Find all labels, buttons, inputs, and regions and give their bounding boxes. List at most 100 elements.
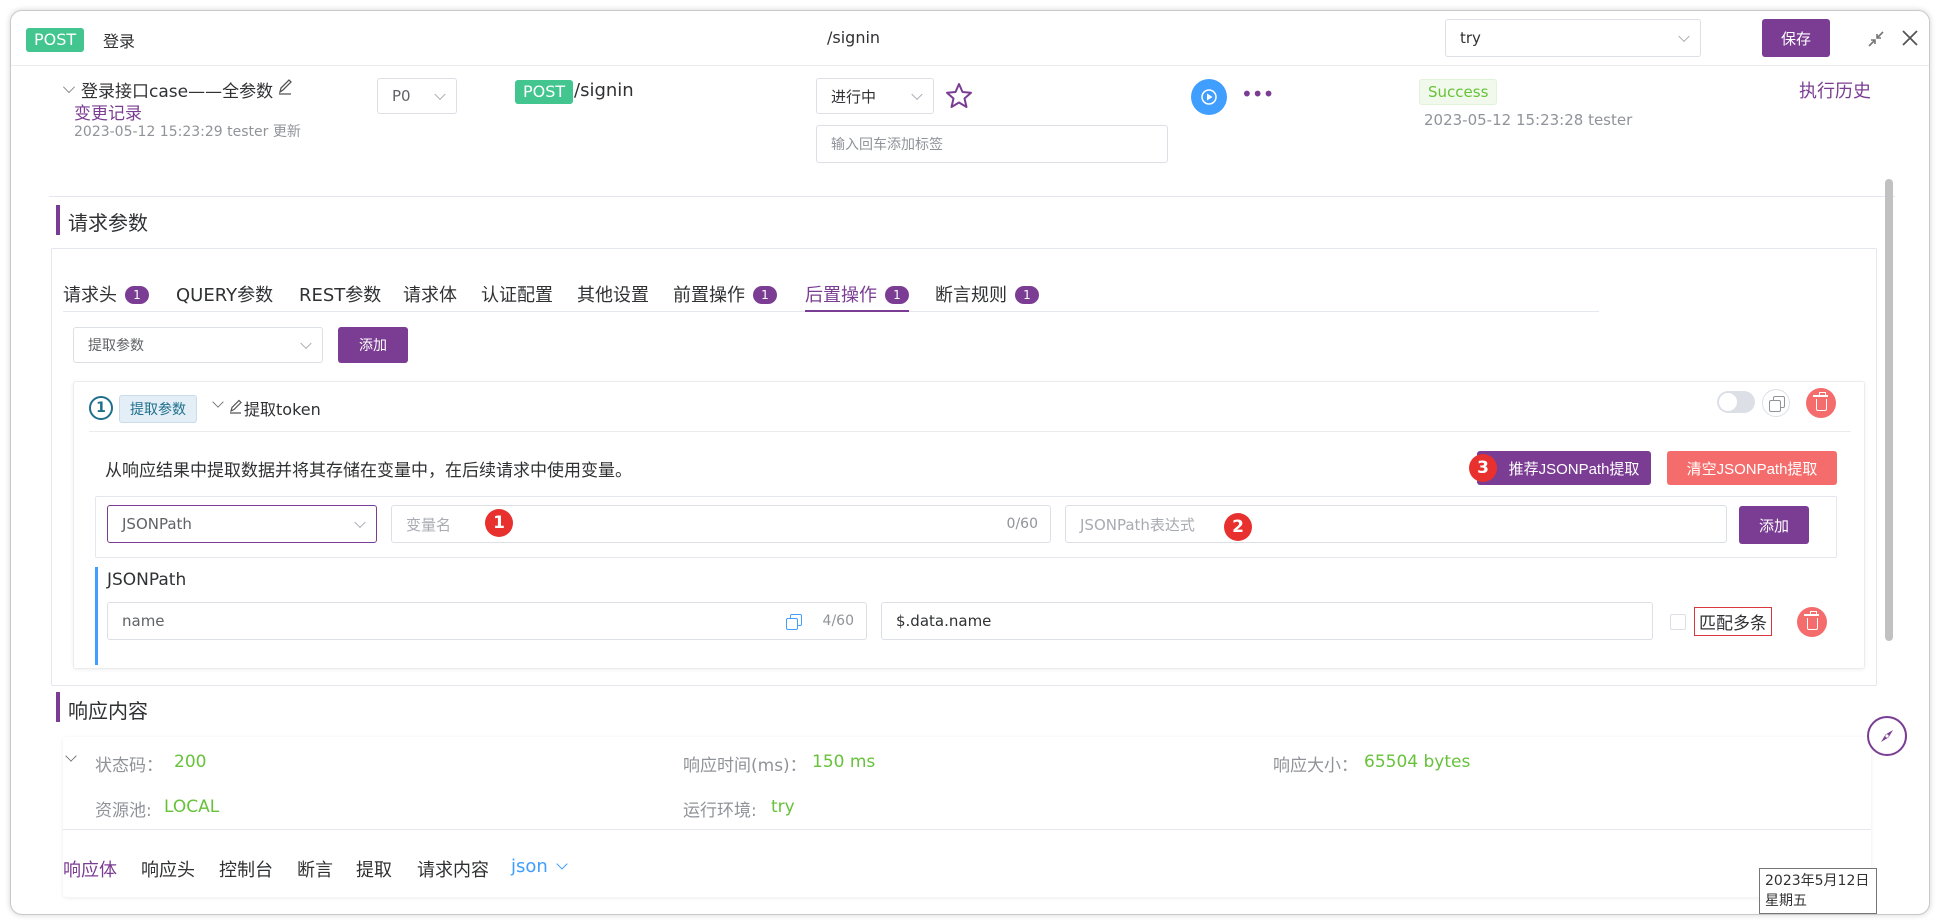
status-code-value: 200 bbox=[174, 752, 207, 772]
history-link[interactable]: 执行历史 bbox=[1799, 77, 1871, 103]
row-name-count: 4/60 bbox=[822, 613, 854, 629]
chevron-down-icon bbox=[556, 858, 568, 870]
result-badge: Success bbox=[1419, 79, 1498, 105]
tab-request-content[interactable]: 请求内容 bbox=[417, 856, 489, 882]
tab-rest[interactable]: REST参数 bbox=[299, 281, 381, 307]
copy-processor-button[interactable] bbox=[1762, 389, 1790, 417]
tab-badge: 1 bbox=[885, 286, 909, 304]
tab-query[interactable]: QUERY参数 bbox=[176, 281, 273, 307]
divider bbox=[89, 431, 1851, 432]
processor-type-tag: 提取参数 bbox=[119, 395, 197, 423]
annotation-marker-3: 3 bbox=[1469, 454, 1497, 482]
case-collapse-icon[interactable] bbox=[63, 81, 75, 93]
extract-type-select[interactable]: JSONPath bbox=[107, 505, 377, 543]
tag-input[interactable]: 输入回车添加标签 bbox=[816, 125, 1168, 163]
tab-label: 前置操作 bbox=[673, 285, 745, 306]
case-method-badge: POST bbox=[515, 80, 574, 104]
annotation-marker-2: 2 bbox=[1224, 513, 1252, 541]
trash-icon bbox=[1803, 610, 1819, 630]
divider bbox=[49, 196, 1895, 197]
copy-icon[interactable] bbox=[786, 614, 802, 630]
delete-processor-button[interactable] bbox=[1806, 388, 1836, 418]
divider bbox=[63, 829, 1871, 830]
trash-icon bbox=[1812, 391, 1828, 411]
processor-description: 从响应结果中提取数据并将其存储在变量中，在后续请求中使用变量。 bbox=[105, 461, 632, 481]
tab-assertions[interactable]: 断言规则 1 bbox=[935, 281, 1039, 307]
table-row-name-input[interactable]: name 4/60 bbox=[107, 602, 867, 640]
case-updated: 2023-05-12 15:23:29 tester 更新 bbox=[74, 124, 301, 140]
tab-label: 后置操作 bbox=[805, 285, 877, 306]
case-path: /signin bbox=[574, 80, 634, 101]
status-code-label: 状态码： bbox=[95, 756, 163, 776]
jsonpath-expression-placeholder: JSONPath表达式 bbox=[1080, 515, 1195, 534]
processor-name: 提取token bbox=[244, 400, 321, 419]
chevron-down-icon bbox=[300, 337, 312, 350]
list-accent-bar bbox=[95, 567, 98, 665]
tab-assertion-results[interactable]: 断言 bbox=[297, 856, 333, 882]
request-section-title: 请求参数 bbox=[68, 211, 148, 235]
run-env-label: 运行环境: bbox=[683, 801, 757, 821]
tab-request-header[interactable]: 请求头 1 bbox=[63, 281, 149, 307]
extract-type-value: JSONPath bbox=[122, 515, 192, 533]
format-value: json bbox=[511, 856, 548, 877]
priority-select[interactable]: P0 bbox=[377, 78, 457, 114]
play-icon bbox=[1201, 89, 1217, 105]
recommend-jsonpath-button[interactable]: 推荐JSONPath提取 bbox=[1477, 451, 1651, 485]
format-select[interactable]: json bbox=[511, 856, 568, 877]
close-icon[interactable] bbox=[1899, 27, 1921, 49]
api-name: 登录 bbox=[103, 32, 136, 51]
run-info: 2023-05-12 15:23:28 tester bbox=[1424, 111, 1633, 129]
processor-type-select[interactable]: 提取参数 bbox=[73, 327, 323, 363]
table-row-expression-input[interactable]: $.data.name bbox=[881, 602, 1653, 640]
tab-response-headers[interactable]: 响应头 bbox=[141, 856, 195, 882]
tab-console[interactable]: 控制台 bbox=[219, 856, 273, 882]
response-panel bbox=[63, 737, 1871, 897]
run-button[interactable] bbox=[1191, 79, 1227, 115]
tab-badge: 1 bbox=[125, 286, 149, 304]
add-processor-button[interactable]: 添加 bbox=[338, 327, 408, 363]
method-badge: POST bbox=[26, 28, 85, 52]
star-icon[interactable] bbox=[944, 81, 974, 111]
delete-row-button[interactable] bbox=[1797, 607, 1827, 637]
tab-body[interactable]: 请求体 bbox=[403, 281, 457, 307]
tooltip-date: 2023年5月12日 bbox=[1765, 873, 1870, 889]
chevron-down-icon bbox=[911, 88, 923, 101]
more-icon[interactable]: ••• bbox=[1241, 84, 1274, 104]
clear-jsonpath-button[interactable]: 清空JSONPath提取 bbox=[1667, 451, 1837, 485]
active-tab-indicator bbox=[805, 310, 909, 312]
tab-post-ops[interactable]: 后置操作 1 bbox=[805, 281, 909, 307]
tab-auth[interactable]: 认证配置 bbox=[481, 281, 553, 307]
tab-extract-results[interactable]: 提取 bbox=[356, 856, 392, 882]
tab-other[interactable]: 其他设置 bbox=[577, 281, 649, 307]
resource-pool-value: LOCAL bbox=[164, 797, 220, 817]
row-name-value: name bbox=[122, 612, 165, 630]
collapse-icon[interactable] bbox=[1866, 29, 1886, 49]
save-button[interactable]: 保存 bbox=[1762, 19, 1830, 57]
priority-value: P0 bbox=[392, 87, 411, 105]
row-expression-value: $.data.name bbox=[896, 612, 992, 630]
tooltip-weekday: 星期五 bbox=[1765, 893, 1807, 909]
resource-pool-label: 资源池: bbox=[95, 801, 152, 821]
date-tooltip: 2023年5月12日 星期五 bbox=[1759, 868, 1877, 914]
add-extract-button[interactable]: 添加 bbox=[1739, 506, 1809, 544]
tab-badge: 1 bbox=[753, 286, 777, 304]
jsonpath-list-title: JSONPath bbox=[107, 570, 187, 590]
navigator-button[interactable] bbox=[1867, 716, 1907, 756]
run-env-value: try bbox=[771, 797, 795, 817]
env-select[interactable]: try bbox=[1445, 19, 1701, 57]
edit-icon[interactable] bbox=[277, 77, 293, 95]
edit-icon[interactable] bbox=[229, 398, 243, 414]
match-multi-label: 匹配多条 bbox=[1694, 607, 1772, 636]
variable-name-placeholder: 变量名 bbox=[406, 515, 452, 534]
tab-label: 请求头 bbox=[63, 285, 117, 306]
scrollbar[interactable] bbox=[1885, 179, 1893, 641]
match-multi-checkbox[interactable] bbox=[1670, 614, 1686, 630]
enable-toggle[interactable] bbox=[1717, 391, 1755, 413]
tab-badge: 1 bbox=[1015, 286, 1039, 304]
chevron-down-icon bbox=[1678, 30, 1690, 43]
jsonpath-expression-input[interactable]: JSONPath表达式 bbox=[1065, 505, 1727, 543]
status-select[interactable]: 进行中 bbox=[816, 78, 934, 114]
compass-icon bbox=[1881, 730, 1893, 742]
tab-pre-ops[interactable]: 前置操作 1 bbox=[673, 281, 777, 307]
tab-response-body[interactable]: 响应体 bbox=[63, 856, 117, 882]
